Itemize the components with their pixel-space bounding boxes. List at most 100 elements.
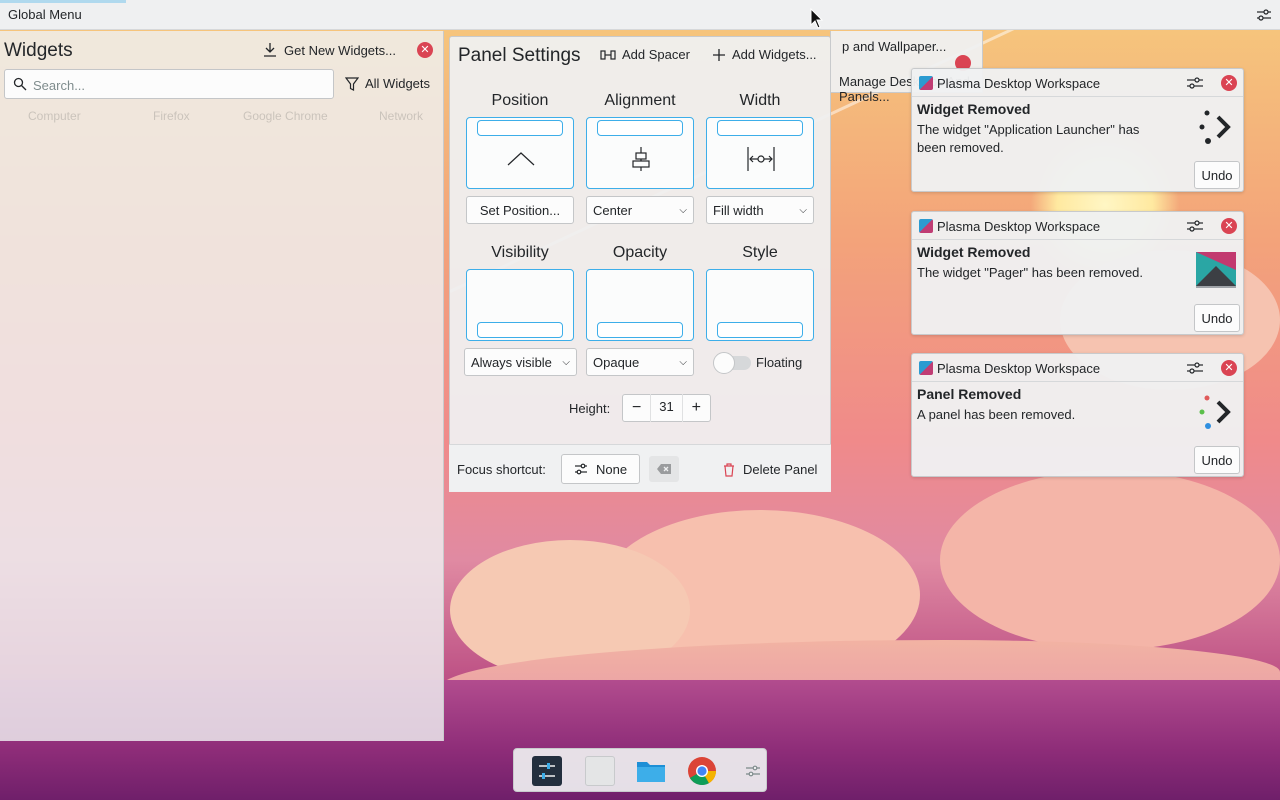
plasma-icon [919, 361, 933, 375]
clear-shortcut-button[interactable] [649, 456, 679, 482]
width-combobox[interactable]: Fill width ⌵ [706, 196, 814, 224]
visibility-preview[interactable] [466, 269, 574, 341]
taskbar [513, 748, 767, 792]
menu-item-wallpaper[interactable]: p and Wallpaper... [842, 39, 946, 54]
opacity-heading: Opacity [612, 244, 668, 261]
plus-icon [713, 48, 725, 61]
set-position-label: Set Position... [479, 202, 561, 218]
visibility-heading: Visibility [491, 244, 549, 261]
alignment-value: Center [593, 202, 633, 218]
spacer-icon [600, 49, 616, 60]
notification-body: A panel has been removed. [917, 407, 1076, 422]
widget-search-box [4, 69, 334, 99]
add-widgets-button[interactable]: Add Widgets... [712, 47, 817, 62]
plasma-icon [919, 219, 933, 233]
fill-width-icon [747, 147, 775, 171]
get-new-widgets-button[interactable]: Get New Widgets... [262, 42, 396, 58]
notification-card: Plasma Desktop Workspace ✕ Widget Remove… [911, 68, 1244, 192]
style-heading: Style [742, 244, 778, 261]
close-icon[interactable]: ✕ [1221, 218, 1237, 234]
style-preview[interactable] [706, 269, 814, 341]
width-value: Fill width [713, 202, 764, 218]
system-settings-icon[interactable] [532, 756, 562, 786]
opacity-preview[interactable] [586, 269, 694, 341]
widgets-title: Widgets [4, 40, 73, 61]
visibility-combobox[interactable]: Always visible ⌵ [464, 348, 577, 376]
widget-item-label: Firefox [153, 109, 190, 123]
add-spacer-button[interactable]: Add Spacer [600, 47, 690, 62]
focus-shortcut-button[interactable]: None [561, 454, 641, 484]
panel-preview-bar [597, 322, 683, 338]
notification-app-name: Plasma Desktop Workspace [937, 76, 1101, 91]
chrome-icon[interactable] [687, 756, 717, 786]
undo-button[interactable]: Undo [1194, 161, 1240, 189]
floating-toggle[interactable] [713, 352, 751, 374]
visibility-value: Always visible [471, 354, 552, 370]
notification-body: The widget "Application Launcher" has be… [917, 122, 1140, 155]
configure-icon[interactable] [1186, 218, 1204, 234]
undo-button[interactable]: Undo [1194, 304, 1240, 332]
panel-settings-title: Panel Settings [458, 45, 581, 66]
height-value[interactable]: 31 [650, 394, 683, 422]
pager-icon [1196, 252, 1236, 288]
notification-title: Widget Removed [917, 101, 1031, 117]
wallpaper-cloud [940, 470, 1280, 650]
plus-icon[interactable]: + [683, 399, 710, 417]
widget-grid-ghost: Computer Firefox Google Chrome Network [28, 109, 423, 123]
chevron-down-icon: ⌵ [799, 204, 807, 216]
notification-title: Panel Removed [917, 386, 1022, 402]
notification-header: Plasma Desktop Workspace ✕ [912, 212, 1243, 240]
widget-item-label: Google Chrome [243, 109, 328, 123]
width-preview[interactable] [706, 117, 814, 189]
close-icon[interactable]: ✕ [1221, 360, 1237, 376]
panel-settings-footer: Focus shortcut: None Delete Panel [449, 444, 831, 492]
focus-shortcut-value: None [596, 461, 628, 477]
floating-label: Floating [756, 355, 803, 370]
global-menu-indicator [0, 0, 126, 3]
panel-preview-bar [477, 322, 563, 338]
panel-preview-bar [717, 120, 803, 136]
alignment-combobox[interactable]: Center ⌵ [586, 196, 694, 224]
align-center-icon [632, 147, 650, 171]
alignment-preview[interactable] [586, 117, 694, 189]
search-icon [13, 77, 27, 91]
panel-preview-bar [477, 120, 563, 136]
download-icon [264, 43, 276, 57]
notification-card: Plasma Desktop Workspace ✕ Widget Remove… [911, 211, 1244, 335]
widgets-explorer: Widgets Get New Widgets... ✕ All Widgets… [0, 31, 444, 741]
opacity-value: Opaque [593, 354, 640, 370]
panel-settings-dialog: Panel Settings Add Spacer Add Widgets...… [449, 36, 831, 492]
all-widgets-filter[interactable]: All Widgets [345, 76, 430, 91]
configure-icon[interactable] [1186, 360, 1204, 376]
undo-button[interactable]: Undo [1194, 446, 1240, 474]
chevron-down-icon: ⌵ [679, 356, 687, 368]
position-heading: Position [491, 92, 549, 109]
panel-removed-icon [1199, 395, 1231, 429]
dolphin-folder-icon[interactable] [636, 756, 666, 786]
top-panel: Global Menu [0, 0, 1280, 30]
height-label: Height: [569, 401, 611, 416]
global-menu-label[interactable]: Global Menu [8, 7, 82, 22]
notification-card: Plasma Desktop Workspace ✕ Panel Removed… [911, 353, 1244, 477]
alignment-heading: Alignment [604, 92, 676, 109]
focus-shortcut-label: Focus shortcut: [457, 462, 546, 477]
add-widgets-label: Add Widgets... [732, 47, 817, 62]
opacity-combobox[interactable]: Opaque ⌵ [586, 348, 694, 376]
trash-icon [724, 462, 734, 477]
widget-search-input[interactable] [33, 75, 323, 95]
application-launcher-icon [1199, 110, 1231, 144]
width-heading: Width [739, 92, 781, 109]
chevron-down-icon: ⌵ [679, 204, 687, 216]
delete-panel-button[interactable]: Delete Panel [723, 462, 817, 477]
close-icon[interactable]: ✕ [1221, 75, 1237, 91]
position-preview[interactable] [466, 117, 574, 189]
panel-config-icon[interactable] [738, 756, 768, 786]
minus-icon[interactable]: − [623, 399, 650, 417]
height-spinbox: − 31 + [622, 394, 711, 422]
panel-preview-bar [597, 120, 683, 136]
set-position-button[interactable]: Set Position... [466, 196, 574, 224]
configure-icon[interactable] [1186, 75, 1204, 91]
sliders-icon[interactable] [1256, 7, 1272, 23]
files-icon[interactable] [585, 756, 615, 786]
close-icon[interactable]: ✕ [417, 42, 433, 58]
